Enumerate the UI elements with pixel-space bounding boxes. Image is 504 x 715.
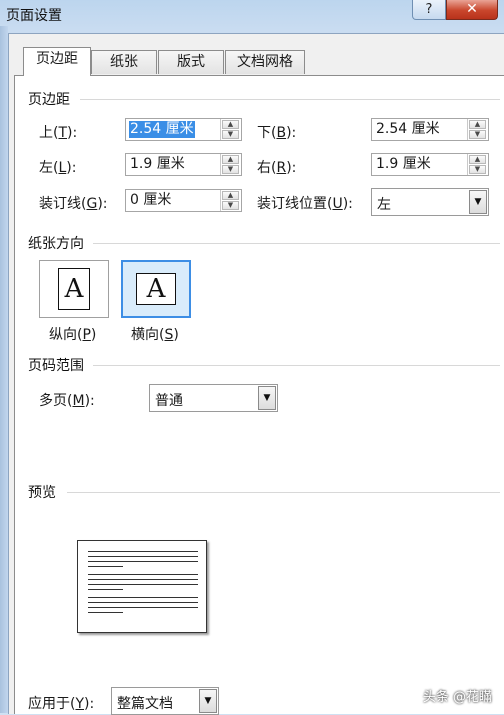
spin-down-icon[interactable]: ▼ [222, 165, 239, 174]
bottom-margin-value: 2.54 厘米 [376, 121, 440, 137]
margins-tab-panel: 页边距 上(T): 2.54 厘米 ▲ ▼ 下(B): 2.54 厘米 ▲ ▼ 左(… [14, 75, 504, 715]
spin-down-icon[interactable]: ▼ [222, 130, 239, 139]
preview-page [77, 540, 207, 633]
gutter-position-select[interactable]: 左 ▼ [371, 188, 489, 216]
bottom-margin-label: 下(B): [257, 125, 297, 141]
portrait-page-icon: A [58, 268, 90, 310]
chevron-down-icon[interactable]: ▼ [199, 689, 217, 713]
spin-down-icon[interactable]: ▼ [469, 165, 486, 174]
spin-up-icon[interactable]: ▲ [222, 120, 239, 129]
dialog-client-area: 页边距 纸张 版式 文档网格 页边距 上(T): 2.54 厘米 ▲ ▼ 下(B)… [8, 33, 504, 715]
orientation-section-title: 纸张方向 [28, 236, 84, 252]
pages-divider [93, 365, 500, 366]
close-button[interactable]: ✕ [446, 0, 498, 20]
spin-up-icon[interactable]: ▲ [469, 155, 486, 164]
window-frame-left [0, 26, 8, 713]
multiple-pages-label: 多页(M): [39, 393, 95, 409]
pages-section-title: 页码范围 [28, 358, 84, 374]
chevron-down-icon[interactable]: ▼ [258, 386, 276, 410]
left-margin-input[interactable]: 1.9 厘米 ▲ ▼ [125, 153, 242, 176]
landscape-page-icon: A [136, 273, 176, 305]
gutter-value: 0 厘米 [130, 192, 172, 208]
page-setup-dialog: 页面设置 ? ✕ 页边距 纸张 版式 文档网格 页边距 上(T): 2.54 厘… [0, 0, 504, 715]
multiple-pages-value: 普通 [155, 393, 183, 409]
top-margin-label: 上(T): [39, 125, 78, 141]
right-margin-label: 右(R): [257, 160, 297, 176]
tab-margins[interactable]: 页边距 [23, 47, 91, 76]
help-icon: ? [425, 2, 433, 17]
apply-to-value: 整篇文档 [117, 696, 173, 712]
top-margin-value: 2.54 厘米 [129, 121, 195, 138]
right-margin-value: 1.9 厘米 [376, 156, 431, 172]
landscape-option[interactable]: A [121, 260, 191, 318]
spin-up-icon[interactable]: ▲ [222, 191, 239, 200]
multiple-pages-select[interactable]: 普通 ▼ [149, 384, 278, 412]
gutter-input[interactable]: 0 厘米 ▲ ▼ [125, 189, 242, 212]
tab-layout[interactable]: 版式 [158, 50, 224, 74]
spin-down-icon[interactable]: ▼ [222, 201, 239, 210]
tab-paper[interactable]: 纸张 [91, 50, 157, 74]
preview-section-title: 预览 [28, 485, 56, 501]
portrait-label[interactable]: 纵向(P) [49, 324, 96, 344]
bottom-margin-input[interactable]: 2.54 厘米 ▲ ▼ [371, 118, 489, 141]
apply-to-label: 应用于(Y): [28, 696, 95, 712]
spin-up-icon[interactable]: ▲ [469, 120, 486, 129]
help-button[interactable]: ? [412, 0, 446, 20]
spin-down-icon[interactable]: ▼ [469, 130, 486, 139]
dialog-title: 页面设置 [6, 8, 62, 24]
apply-to-select[interactable]: 整篇文档 ▼ [111, 687, 219, 715]
portrait-option[interactable]: A [39, 260, 109, 318]
tab-document-grid[interactable]: 文档网格 [225, 50, 305, 74]
chevron-down-icon[interactable]: ▼ [469, 190, 487, 214]
top-margin-input[interactable]: 2.54 厘米 ▲ ▼ [125, 118, 242, 141]
preview-divider [67, 492, 500, 493]
margins-section-title: 页边距 [28, 92, 70, 108]
margins-divider [80, 99, 500, 100]
orientation-divider [93, 243, 500, 244]
gutter-position-value: 左 [377, 197, 391, 213]
close-icon: ✕ [466, 1, 478, 17]
left-margin-value: 1.9 厘米 [130, 156, 185, 172]
left-margin-label: 左(L): [39, 160, 77, 176]
right-margin-input[interactable]: 1.9 厘米 ▲ ▼ [371, 153, 489, 176]
landscape-label[interactable]: 横向(S) [131, 324, 179, 344]
spin-up-icon[interactable]: ▲ [222, 155, 239, 164]
source-watermark: 头条 @花瞞 [422, 690, 492, 705]
title-bar[interactable]: 页面设置 ? ✕ [0, 0, 504, 26]
gutter-label: 装订线(G): [39, 196, 108, 212]
gutter-position-label: 装订线位置(U): [257, 196, 353, 212]
